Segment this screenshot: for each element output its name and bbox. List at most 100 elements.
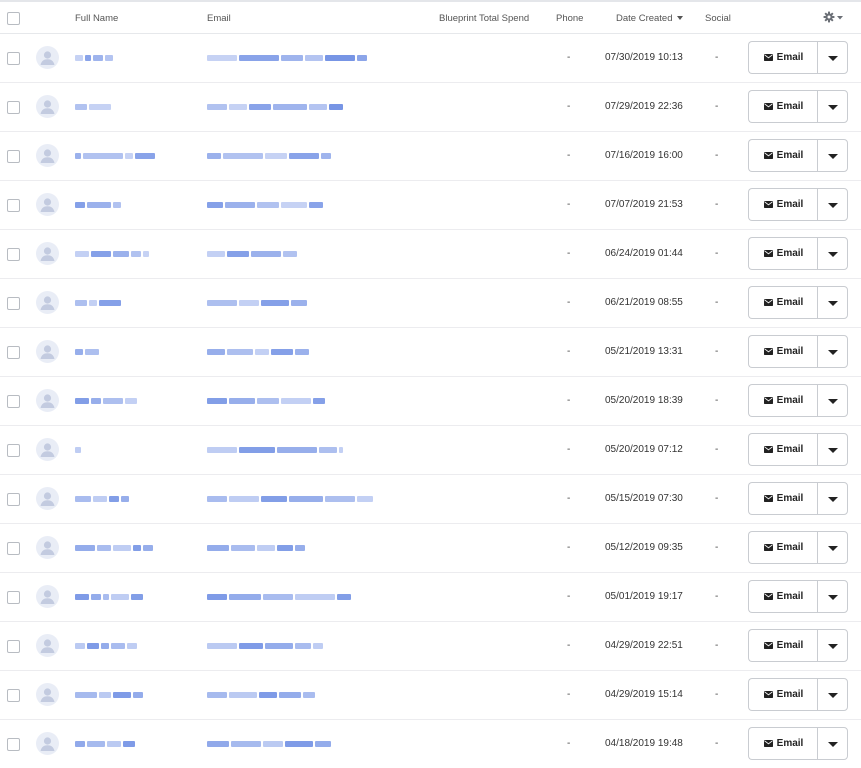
email-redacted[interactable] <box>207 347 309 357</box>
email-dropdown-button[interactable] <box>817 90 848 123</box>
phone-value: - <box>567 689 571 700</box>
envelope-icon <box>763 544 773 551</box>
email-dropdown-button[interactable] <box>817 433 848 466</box>
email-button[interactable]: Email <box>748 139 818 172</box>
row-checkbox[interactable] <box>7 640 20 653</box>
email-redacted[interactable] <box>207 102 343 112</box>
full-name-redacted[interactable] <box>75 543 153 553</box>
envelope-icon <box>763 642 773 649</box>
row-checkbox[interactable] <box>7 101 20 114</box>
email-button-label: Email <box>776 493 804 504</box>
full-name-redacted[interactable] <box>75 249 149 259</box>
full-name-redacted[interactable] <box>75 641 137 651</box>
row-checkbox[interactable] <box>7 493 20 506</box>
email-redacted[interactable] <box>207 200 323 210</box>
email-dropdown-button[interactable] <box>817 678 848 711</box>
table-row: - 04/29/2019 15:14 - Email <box>0 671 861 720</box>
email-dropdown-button[interactable] <box>817 237 848 270</box>
email-dropdown-button[interactable] <box>817 41 848 74</box>
email-button[interactable]: Email <box>748 335 818 368</box>
email-button[interactable]: Email <box>748 90 818 123</box>
row-checkbox[interactable] <box>7 738 20 751</box>
row-checkbox[interactable] <box>7 542 20 555</box>
email-redacted[interactable] <box>207 690 315 700</box>
column-header-social[interactable]: Social <box>705 13 731 24</box>
envelope-icon <box>763 299 773 306</box>
email-button[interactable]: Email <box>748 580 818 613</box>
email-redacted[interactable] <box>207 151 331 161</box>
row-checkbox[interactable] <box>7 444 20 457</box>
email-dropdown-button[interactable] <box>817 139 848 172</box>
email-button[interactable]: Email <box>748 531 818 564</box>
date-created-value: 05/20/2019 07:12 <box>605 444 683 455</box>
email-redacted[interactable] <box>207 641 323 651</box>
phone-value: - <box>567 52 571 63</box>
row-checkbox[interactable] <box>7 248 20 261</box>
social-value: - <box>715 101 719 112</box>
email-button[interactable]: Email <box>748 727 818 760</box>
row-checkbox[interactable] <box>7 52 20 65</box>
email-dropdown-button[interactable] <box>817 188 848 221</box>
row-checkbox[interactable] <box>7 150 20 163</box>
email-redacted[interactable] <box>207 298 307 308</box>
email-button[interactable]: Email <box>748 482 818 515</box>
row-checkbox[interactable] <box>7 297 20 310</box>
column-header-phone[interactable]: Phone <box>556 13 583 24</box>
phone-value: - <box>567 640 571 651</box>
select-all-checkbox[interactable] <box>7 12 20 25</box>
email-redacted[interactable] <box>207 592 351 602</box>
column-header-full-name[interactable]: Full Name <box>75 13 118 24</box>
email-redacted[interactable] <box>207 543 305 553</box>
full-name-redacted[interactable] <box>75 347 99 357</box>
email-dropdown-button[interactable] <box>817 384 848 417</box>
column-header-date-created[interactable]: Date Created <box>616 13 683 24</box>
row-checkbox[interactable] <box>7 395 20 408</box>
phone-value: - <box>567 199 571 210</box>
email-dropdown-button[interactable] <box>817 531 848 564</box>
social-value: - <box>715 346 719 357</box>
column-header-email[interactable]: Email <box>207 13 231 24</box>
email-redacted[interactable] <box>207 445 343 455</box>
row-checkbox[interactable] <box>7 591 20 604</box>
full-name-redacted[interactable] <box>75 200 121 210</box>
email-redacted[interactable] <box>207 396 325 406</box>
email-button[interactable]: Email <box>748 678 818 711</box>
full-name-redacted[interactable] <box>75 739 135 749</box>
email-button[interactable]: Email <box>748 629 818 662</box>
full-name-redacted[interactable] <box>75 396 137 406</box>
email-button[interactable]: Email <box>748 188 818 221</box>
gear-icon[interactable] <box>822 10 844 24</box>
email-dropdown-button[interactable] <box>817 286 848 319</box>
email-button[interactable]: Email <box>748 237 818 270</box>
full-name-redacted[interactable] <box>75 690 143 700</box>
email-redacted[interactable] <box>207 494 373 504</box>
table-row: - 07/16/2019 16:00 - Email <box>0 132 861 181</box>
full-name-redacted[interactable] <box>75 53 113 63</box>
row-checkbox[interactable] <box>7 199 20 212</box>
email-dropdown-button[interactable] <box>817 482 848 515</box>
full-name-redacted[interactable] <box>75 151 155 161</box>
row-checkbox[interactable] <box>7 346 20 359</box>
email-redacted[interactable] <box>207 739 331 749</box>
email-dropdown-button[interactable] <box>817 727 848 760</box>
email-button[interactable]: Email <box>748 286 818 319</box>
full-name-redacted[interactable] <box>75 592 143 602</box>
email-button[interactable]: Email <box>748 384 818 417</box>
full-name-redacted[interactable] <box>75 445 81 455</box>
email-button[interactable]: Email <box>748 41 818 74</box>
date-created-value: 07/07/2019 21:53 <box>605 199 683 210</box>
email-dropdown-button[interactable] <box>817 629 848 662</box>
email-button[interactable]: Email <box>748 433 818 466</box>
social-value: - <box>715 640 719 651</box>
email-dropdown-button[interactable] <box>817 335 848 368</box>
email-redacted[interactable] <box>207 249 297 259</box>
row-checkbox[interactable] <box>7 689 20 702</box>
column-header-blueprint-total-spend[interactable]: Blueprint Total Spend <box>439 13 529 24</box>
email-redacted[interactable] <box>207 53 367 63</box>
phone-value: - <box>567 346 571 357</box>
full-name-redacted[interactable] <box>75 102 111 112</box>
full-name-redacted[interactable] <box>75 298 121 308</box>
email-dropdown-button[interactable] <box>817 580 848 613</box>
envelope-icon <box>763 152 773 159</box>
full-name-redacted[interactable] <box>75 494 129 504</box>
